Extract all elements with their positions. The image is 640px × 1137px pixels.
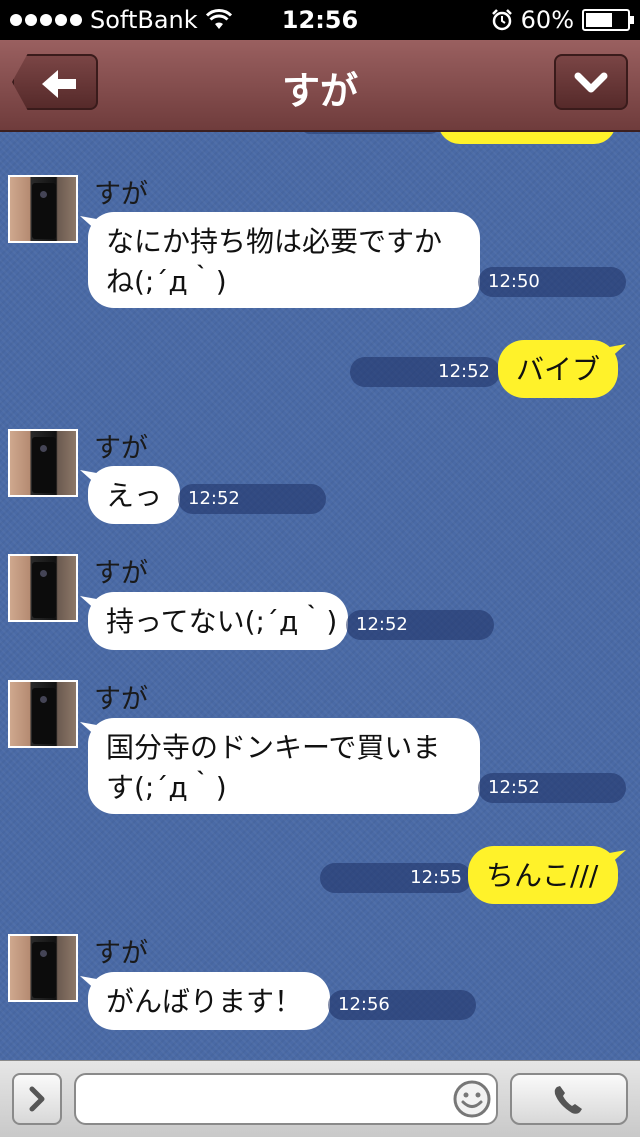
avatar[interactable]: [8, 175, 78, 243]
sender-name: すが: [94, 433, 148, 464]
incoming-bubble[interactable]: がんばります！: [88, 972, 330, 1030]
phone-icon: [554, 1086, 582, 1114]
message-time: 12:52: [350, 357, 500, 387]
avatar[interactable]: [8, 554, 78, 622]
call-button[interactable]: [510, 1073, 628, 1125]
message-time: 12:52: [178, 484, 326, 514]
incoming-bubble[interactable]: 持ってない(;´д｀): [88, 592, 348, 650]
message-time: 12:56: [328, 990, 476, 1020]
menu-button[interactable]: [554, 54, 628, 110]
message-list[interactable]: すが なにか持ち物は必要ですか ね(;´д｀) 12:50 12:52 バイブ …: [0, 132, 640, 1060]
chat-title: すが: [281, 69, 358, 113]
message-line: がんばります！: [106, 985, 303, 1018]
outgoing-bubble[interactable]: バイブ: [498, 340, 618, 398]
incoming-bubble[interactable]: なにか持ち物は必要ですか ね(;´д｀): [88, 212, 480, 308]
message-time: 12:55: [320, 863, 472, 893]
message-time: 12:50: [478, 267, 626, 297]
input-bar: [0, 1060, 640, 1137]
smiley-icon[interactable]: [452, 1079, 492, 1119]
outgoing-bubble[interactable]: ちんこ///: [468, 846, 618, 904]
status-right: 60%: [491, 6, 634, 34]
message-line: ちんこ///: [486, 859, 599, 892]
timestamp-badge: [300, 132, 440, 134]
alarm-icon: [491, 9, 512, 31]
message-line: えっ: [106, 479, 163, 512]
chevron-right-icon: [29, 1086, 45, 1112]
expand-button[interactable]: [12, 1073, 62, 1125]
sender-name: すが: [94, 684, 148, 715]
message-time: 12:52: [478, 773, 626, 803]
outgoing-bubble: [438, 132, 616, 144]
message-line: バイブ: [516, 353, 601, 386]
avatar[interactable]: [8, 680, 78, 748]
message-line: ね(;´д｀): [106, 265, 227, 298]
message-line: 持ってない(;´д｀): [106, 605, 338, 638]
sender-name: すが: [94, 558, 148, 589]
message-time: 12:52: [346, 610, 494, 640]
header-bar: すが: [0, 40, 640, 132]
avatar[interactable]: [8, 429, 78, 497]
sender-name: すが: [94, 179, 148, 210]
status-bar: SoftBank 12:56 60%: [0, 0, 640, 40]
battery-icon: [582, 9, 634, 31]
message-line: なにか持ち物は必要ですか: [106, 225, 443, 258]
message-input[interactable]: [74, 1073, 498, 1125]
incoming-bubble[interactable]: 国分寺のドンキーで買いま す(;´д｀): [88, 718, 480, 814]
incoming-bubble[interactable]: えっ: [88, 466, 180, 524]
sender-name: すが: [94, 938, 148, 969]
chevron-down-icon: [574, 72, 608, 93]
avatar[interactable]: [8, 934, 78, 1002]
message-line: す(;´д｀): [106, 771, 227, 804]
battery-percent: 60%: [520, 6, 574, 34]
message-line: 国分寺のドンキーで買いま: [106, 731, 441, 764]
